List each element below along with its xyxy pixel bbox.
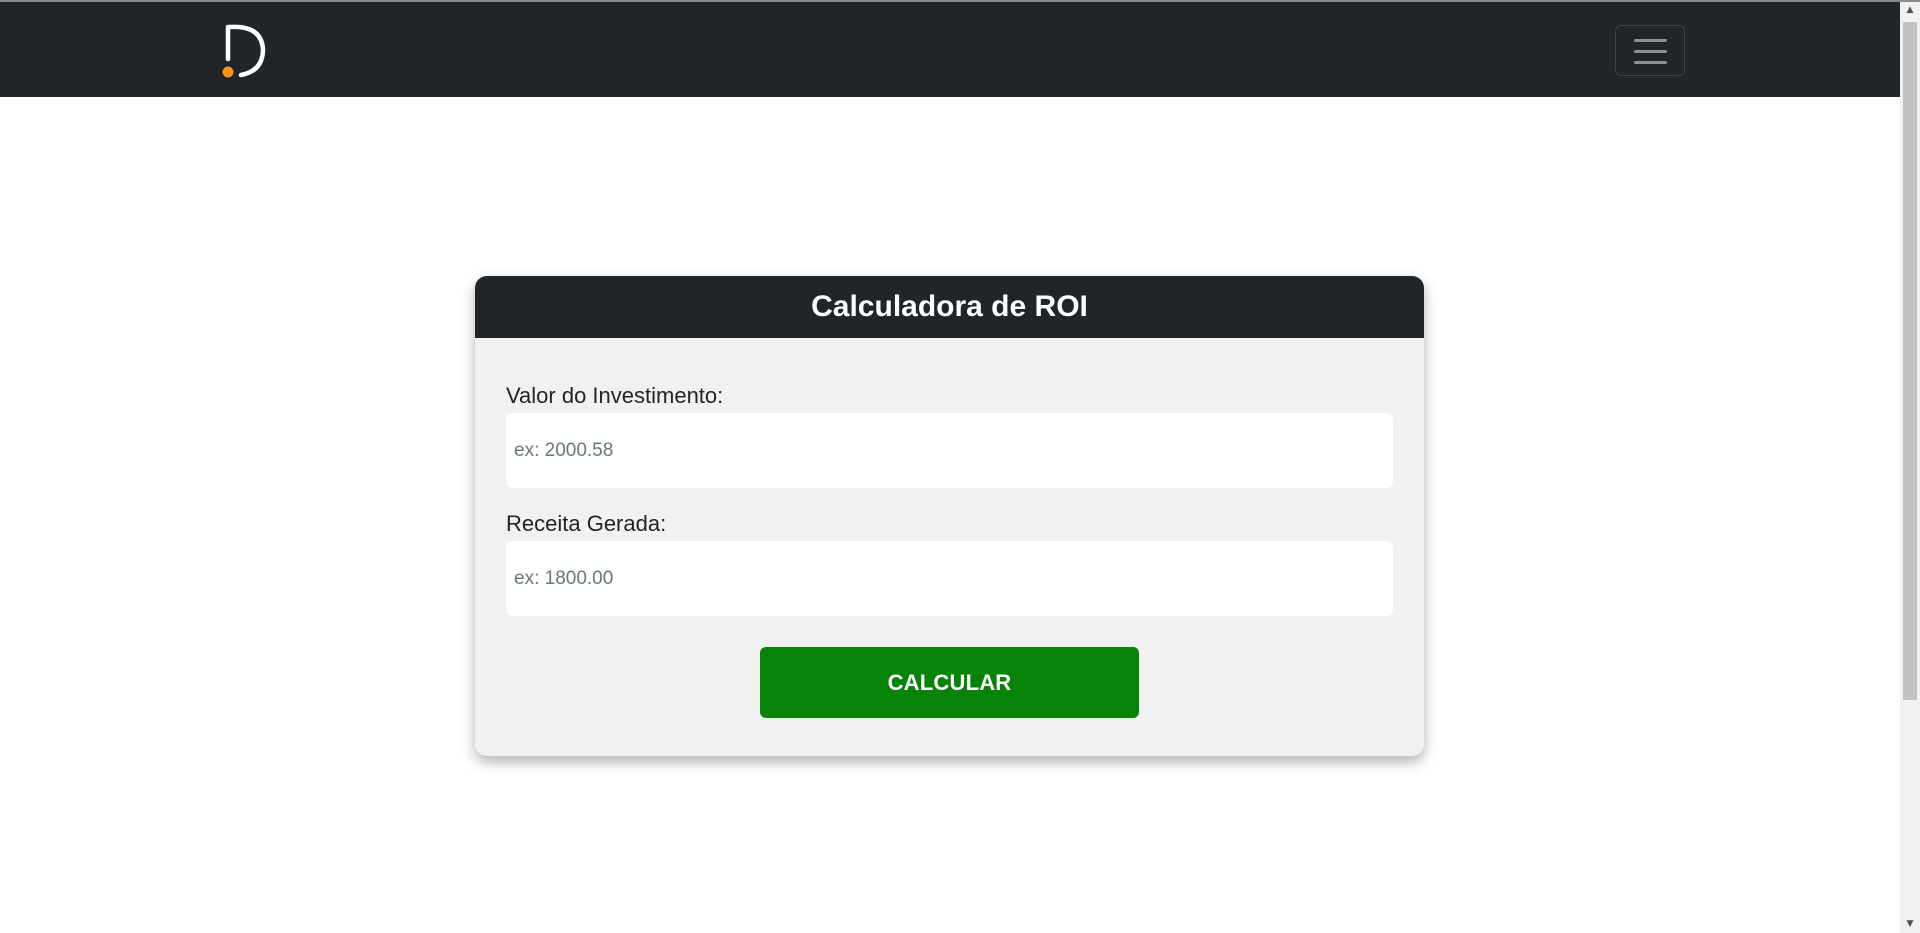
scroll-up-arrow-icon[interactable]: ▲ [1900, 2, 1920, 19]
card-header: Calculadora de ROI [475, 276, 1424, 338]
revenue-label: Receita Gerada: [506, 511, 667, 536]
vertical-scrollbar[interactable]: ▲ ▼ [1900, 2, 1920, 933]
hamburger-menu-button[interactable] [1615, 25, 1685, 76]
navbar [0, 2, 1900, 97]
d-logo-icon [222, 24, 266, 78]
brand-logo[interactable] [221, 23, 269, 79]
page: Calculadora de ROI Valor do Investimento… [0, 0, 1920, 933]
investment-label: Valor do Investimento: [506, 383, 724, 408]
calculate-button[interactable]: CALCULAR [760, 647, 1139, 718]
scrollbar-thumb[interactable] [1903, 22, 1917, 700]
roi-calculator-card: Calculadora de ROI Valor do Investimento… [475, 276, 1424, 756]
revenue-input[interactable] [506, 541, 1393, 616]
investment-input[interactable] [506, 413, 1393, 488]
scroll-down-arrow-icon[interactable]: ▼ [1900, 916, 1920, 933]
card-title: Calculadora de ROI [811, 290, 1088, 323]
